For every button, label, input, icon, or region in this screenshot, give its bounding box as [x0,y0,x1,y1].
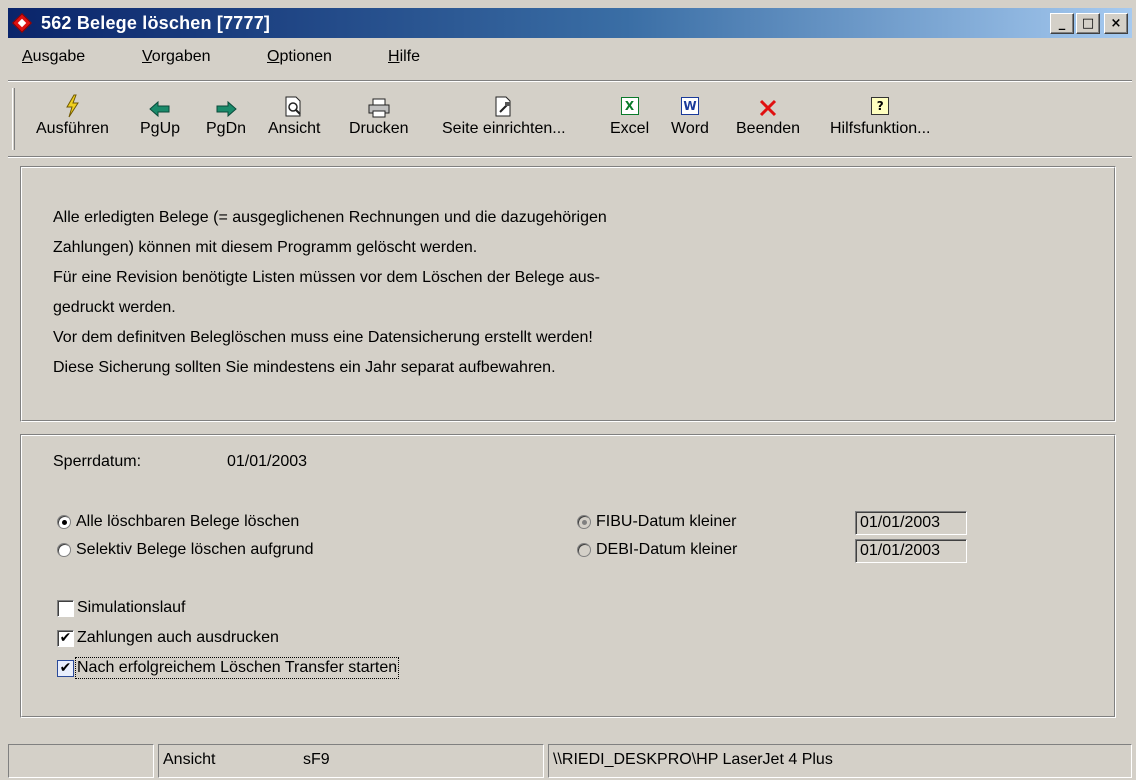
pgdn-button[interactable]: PgDn [206,92,246,138]
checkmark-icon[interactable]: ✔ [57,659,74,677]
app-window: 562 Belege löschen [7777] _ □ × Ausgabe … [0,0,1136,780]
radio-dot[interactable] [57,543,71,557]
toolbar-divider [8,80,1132,82]
zahlungen-checkbox[interactable]: ✔ Zahlungen auch ausdrucken [57,629,279,647]
status-cell-view: Ansicht sF9 [158,744,544,778]
close-button[interactable]: × [1104,13,1128,34]
sperrdatum-label: Sperrdatum: [53,453,142,470]
seite-einrichten-button[interactable]: Seite einrichten... [442,92,566,138]
options-panel: Sperrdatum: 01/01/2003 Alle löschbaren B… [20,434,1116,718]
simulationslauf-checkbox[interactable]: Simulationslauf [57,599,186,617]
minimize-button[interactable]: _ [1050,13,1074,34]
excel-button[interactable]: X Excel [610,92,649,138]
print-preview-icon [268,92,320,118]
title-bar[interactable]: 562 Belege löschen [7777] _ □ × [8,8,1132,38]
word-icon: W [680,97,699,115]
status-view-label: Ansicht [163,751,216,768]
menu-vorgaben[interactable]: Vorgaben [142,48,211,66]
arrow-left-icon [140,92,180,118]
radio-debi-datum[interactable]: DEBI-Datum kleiner [577,541,737,559]
help-icon: ? [871,97,890,115]
radio-dot[interactable] [577,543,591,557]
status-key-label: sF9 [303,751,330,768]
toolbar-divider-bottom [8,156,1132,158]
beenden-button[interactable]: Beenden [736,92,800,138]
window-controls: _ □ × [1048,13,1128,34]
sperrdatum-value: 01/01/2003 [227,453,308,470]
info-line: Zahlungen) können mit diesem Programm ge… [53,239,478,256]
toolbar-grip[interactable] [12,88,15,150]
checkbox-box[interactable] [57,599,74,617]
ansicht-button[interactable]: Ansicht [268,92,320,138]
debi-date-field[interactable]: 01/01/2003 [855,539,967,563]
pgup-button[interactable]: PgUp [140,92,180,138]
menu-optionen[interactable]: Optionen [267,48,332,66]
word-button[interactable]: W Word [671,92,709,138]
menu-ausgabe[interactable]: Ausgabe [22,48,85,66]
page-setup-icon [442,92,566,118]
status-printer: \\RIEDI_DESKPRO\HP LaserJet 4 Plus [548,744,1132,778]
app-logo-icon[interactable] [11,12,33,34]
hilfsfunktion-button[interactable]: ? Hilfsfunktion... [830,92,930,138]
ausfuehren-button[interactable]: Ausführen [36,92,109,138]
window-title: 562 Belege löschen [7777] [41,12,271,33]
info-line: Alle erledigten Belege (= ausgeglichenen… [53,209,607,226]
info-line: Vor dem definitven Beleglöschen muss ein… [53,329,593,346]
maximize-button[interactable]: □ [1076,13,1100,34]
radio-dot[interactable] [57,515,71,529]
info-line: Diese Sicherung sollten Sie mindestens e… [53,359,556,376]
arrow-right-icon [206,92,246,118]
lightning-icon [36,92,109,118]
checkmark-icon[interactable]: ✔ [57,629,74,647]
status-bar: Ansicht sF9 \\RIEDI_DESKPRO\HP LaserJet … [8,744,1132,778]
status-cell-empty [8,744,154,778]
excel-icon: X [620,97,639,115]
transfer-checkbox[interactable]: ✔ Nach erfolgreichem Löschen Transfer st… [57,657,400,679]
radio-dot[interactable] [577,515,591,529]
info-panel: Alle erledigten Belege (= ausgeglichenen… [20,166,1116,422]
printer-icon [349,92,409,118]
menu-hilfe[interactable]: Hilfe [388,48,420,66]
info-line: Für eine Revision benötigte Listen müsse… [53,269,600,286]
radio-selektiv[interactable]: Selektiv Belege löschen aufgrund [57,541,314,559]
radio-fibu-datum[interactable]: FIBU-Datum kleiner [577,513,736,531]
close-x-icon [736,92,800,118]
info-line: gedruckt werden. [53,299,176,316]
fibu-date-field[interactable]: 01/01/2003 [855,511,967,535]
radio-alle-belege[interactable]: Alle löschbaren Belege löschen [57,513,299,531]
drucken-button[interactable]: Drucken [349,92,409,138]
